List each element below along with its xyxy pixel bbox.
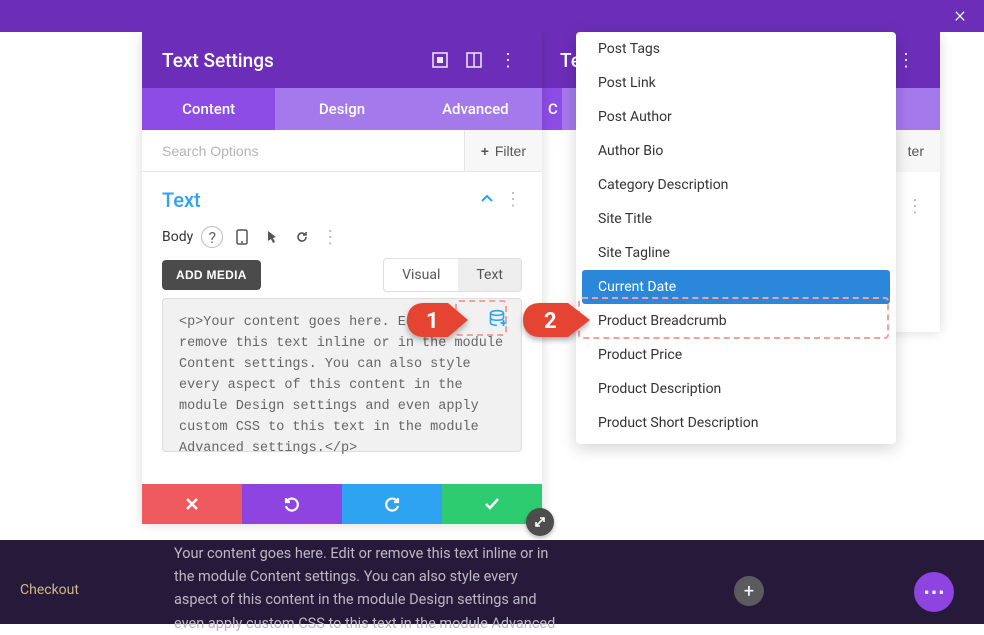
more-icon[interactable]: ⋮	[892, 46, 920, 74]
option-category-description[interactable]: Category Description	[576, 168, 896, 202]
tab-advanced[interactable]: Advanced	[409, 88, 542, 130]
option-site-tagline[interactable]: Site Tagline	[576, 236, 896, 270]
option-author-bio[interactable]: Author Bio	[576, 134, 896, 168]
mobile-icon[interactable]	[231, 226, 253, 248]
add-section-button[interactable]: +	[734, 576, 764, 606]
option-product-breadcrumb[interactable]: Product Breadcrumb	[576, 304, 896, 338]
option-product-description[interactable]: Product Description	[576, 372, 896, 406]
close-icon[interactable]: ×	[952, 8, 968, 24]
filter-label: Filter	[495, 143, 526, 159]
add-media-button[interactable]: ADD MEDIA	[162, 260, 261, 290]
columns-icon[interactable]	[460, 46, 488, 74]
svg-text:1: 1	[426, 309, 439, 334]
editor-tab-text[interactable]: Text	[458, 259, 521, 291]
undo-button[interactable]	[242, 484, 342, 524]
redo-button[interactable]	[342, 484, 442, 524]
background-body-text: Your content goes here. Edit or remove t…	[174, 542, 564, 635]
page-bottom-strip: Checkout Your content goes here. Edit or…	[0, 540, 984, 624]
left-text-settings-panel: Text Settings ⋮ Content Design Advanced …	[142, 32, 542, 524]
body-options-icon[interactable]: ⋮	[321, 227, 339, 248]
help-icon[interactable]: ?	[201, 226, 223, 248]
option-post-tags[interactable]: Post Tags	[576, 32, 896, 66]
collapse-icon[interactable]	[480, 191, 494, 210]
search-options-input[interactable]	[142, 130, 464, 171]
option-product-short-description[interactable]: Product Short Description	[576, 406, 896, 440]
option-post-author[interactable]: Post Author	[576, 100, 896, 134]
filter-button[interactable]: + Filter	[464, 130, 542, 171]
editor-tab-visual[interactable]: Visual	[384, 259, 458, 291]
section-title-text: Text	[162, 188, 201, 212]
section-options-icon[interactable]: ⋮	[906, 196, 924, 217]
hover-cursor-icon[interactable]	[261, 226, 283, 248]
page-options-button[interactable]: ⋯	[914, 572, 954, 612]
option-post-link[interactable]: Post Link	[576, 66, 896, 100]
filter-label: ter	[908, 143, 924, 159]
filter-button-right[interactable]: ter	[892, 130, 940, 172]
resize-handle[interactable]	[526, 508, 554, 536]
more-icon[interactable]: ⋮	[494, 46, 522, 74]
tab-design[interactable]: Design	[275, 88, 408, 130]
panel-title: Text Settings	[162, 49, 420, 72]
option-current-date[interactable]: Current Date	[582, 270, 890, 304]
option-product-price[interactable]: Product Price	[576, 338, 896, 372]
settings-tabs: Content Design Advanced	[142, 88, 542, 130]
option-site-title[interactable]: Site Title	[576, 202, 896, 236]
reset-icon[interactable]	[291, 226, 313, 248]
expand-icon[interactable]	[426, 46, 454, 74]
body-label: Body	[162, 229, 193, 245]
callout-1: 1	[404, 300, 470, 340]
discard-button[interactable]	[142, 484, 242, 524]
checkout-label: Checkout	[20, 582, 79, 598]
section-options-icon[interactable]: ⋮	[504, 191, 522, 209]
svg-text:2: 2	[544, 309, 557, 334]
plus-icon: +	[481, 143, 489, 159]
callout-2: 2	[520, 300, 592, 340]
dynamic-content-icon[interactable]	[485, 305, 511, 331]
tab-content-right[interactable]: C	[540, 88, 562, 130]
tab-content[interactable]: Content	[142, 88, 275, 130]
dynamic-content-menu: Post TagsPost LinkPost AuthorAuthor BioC…	[576, 32, 896, 444]
